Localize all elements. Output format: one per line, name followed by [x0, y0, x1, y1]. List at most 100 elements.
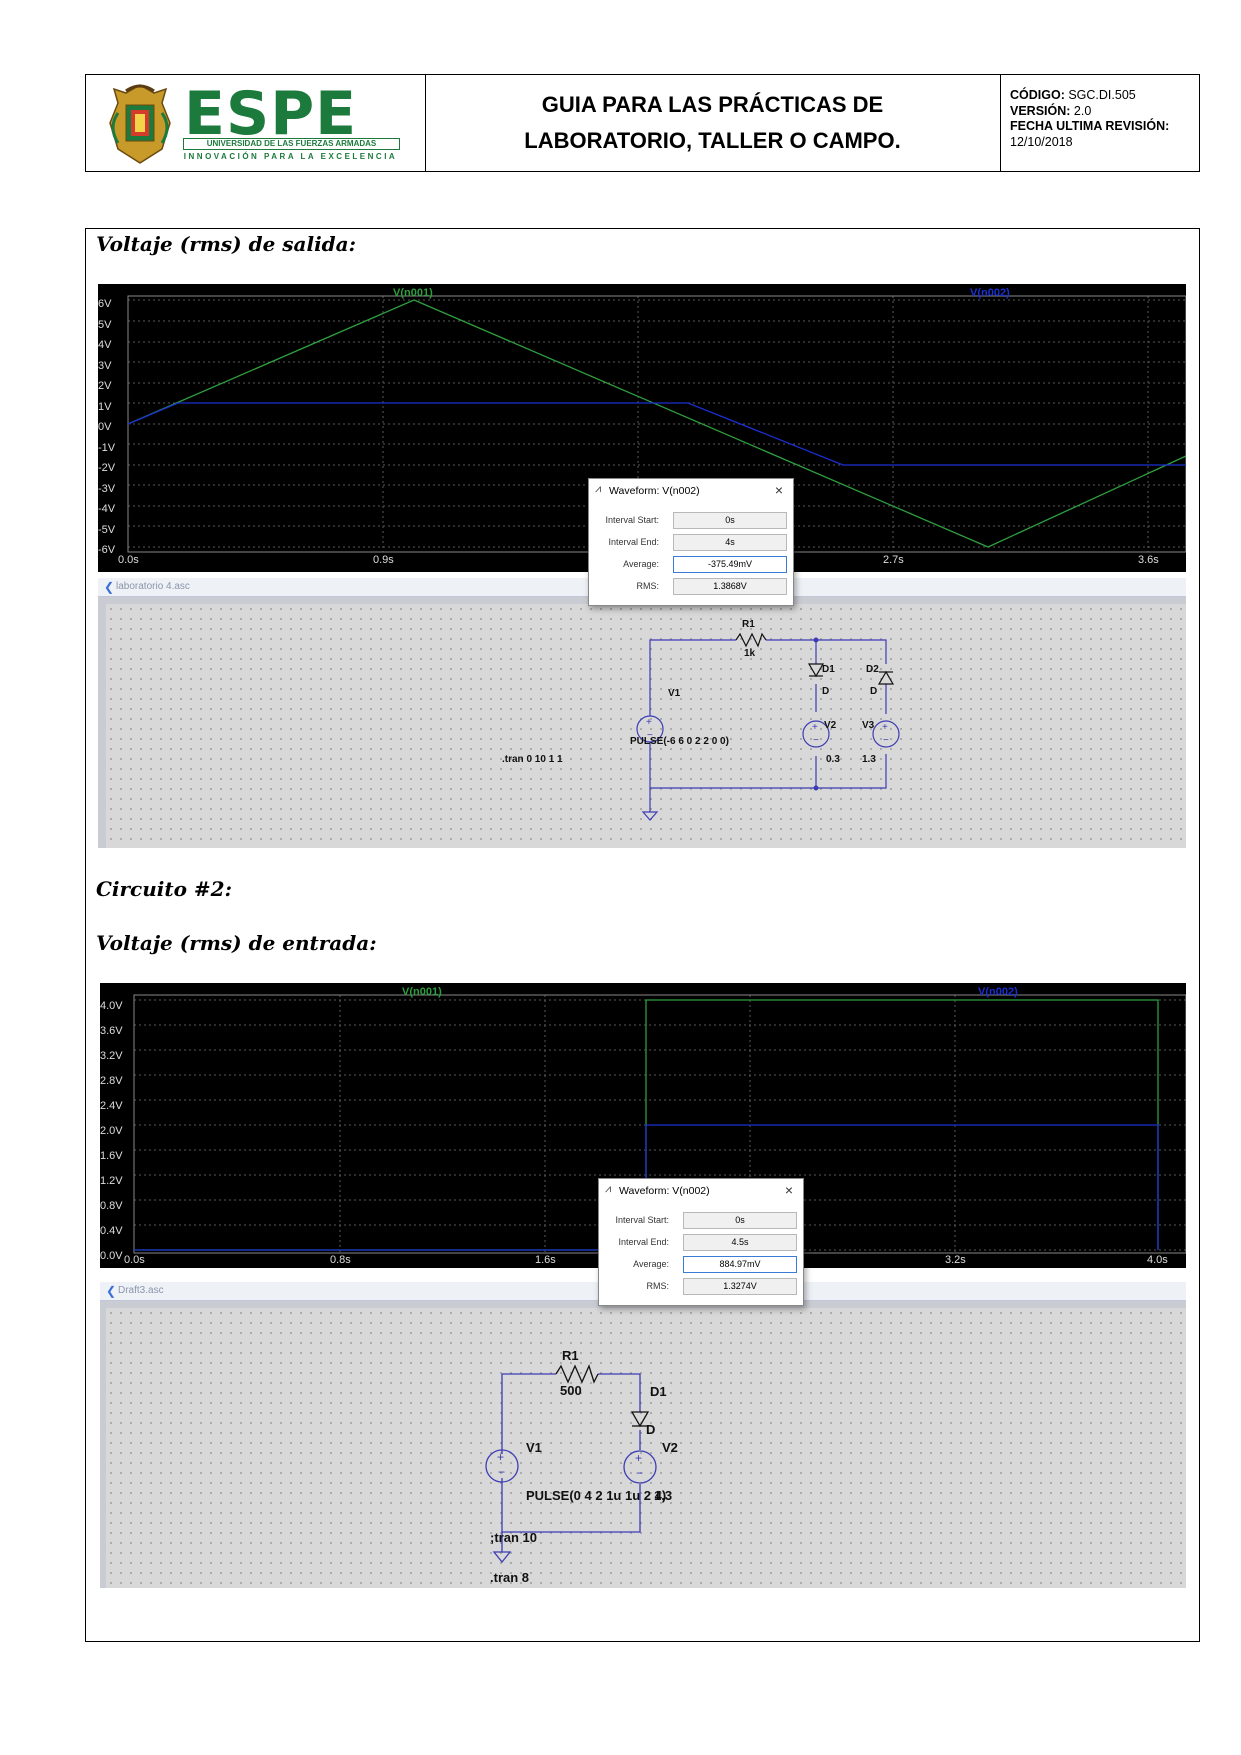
circuit-2-wires: +− +− — [485, 1364, 657, 1564]
rms-field[interactable]: 1.3868V — [673, 578, 787, 595]
document-header: ESPE UNIVERSIDAD DE LAS FUERZAS ARMADAS … — [85, 74, 1200, 172]
version-label: VERSIÓN: — [1010, 103, 1071, 118]
d1-model: D — [822, 686, 830, 697]
document-metadata: CÓDIGO: SGC.DI.505 VERSIÓN: 2.0 FECHA UL… — [1010, 88, 1169, 150]
average-field[interactable]: -375.49mV — [673, 556, 787, 573]
r1-value: 1k — [744, 648, 756, 659]
y-axis-ticks: 6V 5V 4V 3V 2V 1V 0V -1V -2V -3V -4V -5V… — [98, 294, 115, 561]
tran-comment: ;tran 10 — [490, 1530, 537, 1545]
y-tick: -3V — [98, 482, 116, 495]
section1-heading: Voltaje (rms) de salida: — [96, 232, 356, 256]
svg-text:+: + — [646, 717, 652, 728]
svg-text:+: + — [635, 1451, 642, 1465]
v2-label: V2 — [824, 720, 837, 731]
svg-text:−: − — [498, 1465, 505, 1479]
v1-value: PULSE(0 4 2 1u 1u 2 4) — [526, 1488, 667, 1503]
y-axis-ticks: 4.0V 3.6V 3.2V 2.8V 2.4V 2.0V 1.6V 1.2V … — [100, 994, 123, 1269]
y-tick: 5V — [98, 318, 112, 331]
interval-start-field[interactable]: 0s — [673, 512, 787, 529]
d2-model: D — [870, 686, 878, 697]
schematic-tab-2[interactable]: Draft3.asc — [118, 1285, 164, 1296]
schematic-window-2: ❮ Draft3.asc + − + − R1 500 D1 D V1 PULSE(… — [100, 1282, 1186, 1588]
waveform-icon: ⩘ — [605, 1183, 612, 1195]
interval-end-label: Interval End: — [618, 1237, 669, 1247]
dialog-title: Waveform: V(n002) — [609, 485, 700, 497]
x-tick: 4.0s — [1147, 1254, 1168, 1266]
y-tick: 1.2V — [100, 1175, 123, 1187]
version-value: 2.0 — [1073, 103, 1092, 118]
interval-end-label: Interval End: — [608, 537, 659, 547]
d1-model: D — [646, 1422, 656, 1437]
code-value: SGC.DI.505 — [1068, 88, 1136, 102]
interval-end-field[interactable]: 4.5s — [683, 1234, 797, 1251]
r1-label: R1 — [742, 619, 755, 630]
y-tick: -2V — [98, 462, 116, 474]
y-tick: 0V — [98, 421, 112, 433]
code-label: CÓDIGO: — [1010, 88, 1065, 102]
d1-label: D1 — [650, 1384, 667, 1399]
close-icon[interactable]: × — [785, 1182, 793, 1198]
dialog-title: Waveform: V(n002) — [619, 1185, 710, 1197]
y-tick: 2V — [98, 380, 112, 392]
logo-cell: ESPE UNIVERSIDAD DE LAS FUERZAS ARMADAS … — [86, 75, 426, 171]
svg-text:−: − — [813, 735, 819, 746]
waveform-icon: ⩘ — [595, 483, 602, 495]
title-line-1: GUIA PARA LAS PRÁCTICAS DE — [541, 92, 884, 117]
svg-text:+: + — [882, 722, 888, 733]
interval-start-field[interactable]: 0s — [683, 1212, 797, 1229]
x-tick: 3.6s — [1138, 554, 1159, 566]
v1-label: V1 — [526, 1440, 542, 1455]
section2-heading-circuit: Circuito #2: — [96, 877, 232, 901]
v3-value: 1.3 — [862, 754, 876, 765]
r1-value: 500 — [560, 1383, 582, 1398]
y-tick: 3.2V — [100, 1050, 123, 1062]
schematic-canvas-1[interactable]: + − + − + − R1 1k D1 D D2 D V1 PULSE(-6 6 0… — [106, 604, 1186, 848]
waveform-dialog-2: ⩘ Waveform: V(n002) × Interval Start: 0s… — [598, 1178, 804, 1306]
y-tick: 3V — [98, 359, 112, 372]
v3-label: V3 — [862, 720, 875, 731]
v1-value: PULSE(-6 6 0 2 2 0 0) — [630, 736, 729, 747]
d2-label: D2 — [866, 664, 879, 675]
revision-value: 12/10/2018 — [1010, 134, 1073, 149]
university-name: UNIVERSIDAD DE LAS FUERZAS ARMADAS — [183, 138, 400, 150]
y-tick: 1.6V — [100, 1150, 123, 1162]
waveform-dialog-1: ⩘ Waveform: V(n002) × Interval Start: 0s… — [588, 478, 794, 606]
y-tick: 0.8V — [100, 1200, 123, 1212]
title-line-2: LABORATORIO, TALLER O CAMPO. — [524, 128, 901, 153]
x-tick: 0.0s — [124, 1254, 145, 1266]
svg-text:−: − — [883, 735, 889, 746]
y-tick: 0.4V — [100, 1225, 123, 1237]
y-tick: 4V — [98, 339, 112, 351]
y-tick: 0.0V — [100, 1250, 123, 1262]
university-crest-icon — [109, 84, 171, 164]
interval-end-field[interactable]: 4s — [673, 534, 787, 551]
y-tick: 4.0V — [100, 1000, 123, 1012]
x-tick: 0.8s — [330, 1254, 351, 1266]
y-tick: 2.4V — [100, 1100, 123, 1112]
r1-label: R1 — [562, 1348, 579, 1363]
tran-directive: .tran 8 — [490, 1570, 530, 1585]
trace1-label[interactable]: V(n001) — [393, 287, 433, 299]
x-tick: 2.7s — [883, 554, 904, 566]
trace2-label[interactable]: V(n002) — [970, 287, 1010, 299]
schematic-tab-1[interactable]: laboratorio 4.asc — [116, 581, 190, 592]
y-tick: 1V — [98, 400, 112, 413]
v2-label: V2 — [662, 1440, 678, 1455]
y-tick: -6V — [98, 544, 116, 556]
interval-start-label: Interval Start: — [615, 1215, 669, 1225]
schematic-canvas-2[interactable]: + − + − R1 500 D1 D V1 PULSE(0 4 2 1u 1u 2… — [106, 1308, 1186, 1588]
x-tick: 0.9s — [373, 554, 394, 566]
close-icon[interactable]: × — [775, 482, 783, 498]
y-tick: -4V — [98, 503, 116, 515]
x-tick: 0.0s — [118, 554, 139, 566]
trace1-label[interactable]: V(n001) — [402, 986, 442, 998]
rms-field[interactable]: 1.3274V — [683, 1278, 797, 1295]
interval-start-label: Interval Start: — [605, 515, 659, 525]
average-field[interactable]: 884.97mV — [683, 1256, 797, 1273]
rms-label: RMS: — [646, 1281, 670, 1291]
v2-value: 1.3 — [654, 1488, 673, 1503]
trace2-label[interactable]: V(n002) — [978, 986, 1018, 998]
document-title: GUIA PARA LAS PRÁCTICAS DE LABORATORIO, … — [425, 87, 1000, 159]
ltspice-tab-icon: ❮ — [104, 580, 115, 594]
university-motto: INNOVACIÓN PARA LA EXCELENCIA — [183, 152, 398, 161]
